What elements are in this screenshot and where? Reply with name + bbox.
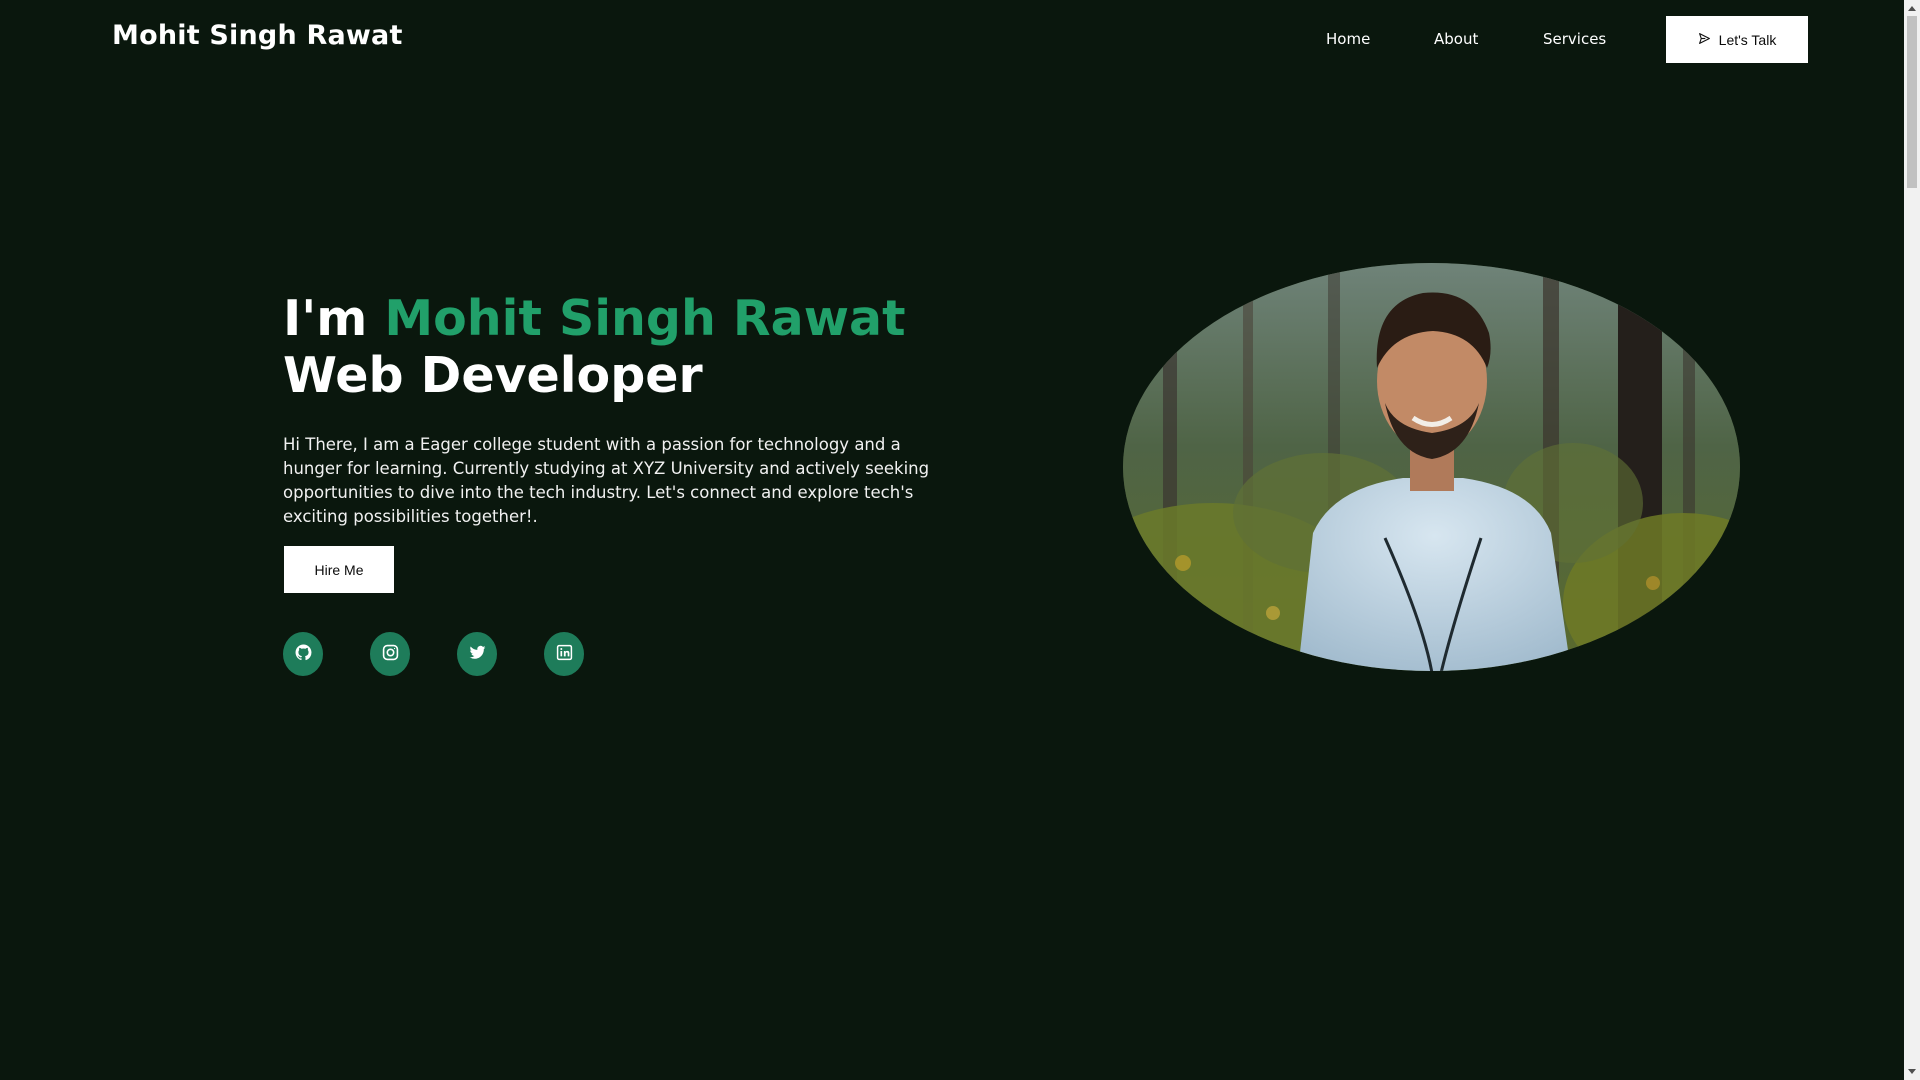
send-icon xyxy=(1698,32,1711,48)
linkedin-link[interactable] xyxy=(544,632,584,676)
profile-photo xyxy=(1123,263,1740,671)
hero-bio: Hi There, I am a Eager college student w… xyxy=(283,434,930,526)
hero-name: Mohit Singh Rawat xyxy=(384,290,906,347)
hero-heading: I'm Mohit Singh Rawat xyxy=(283,294,906,343)
lets-talk-button[interactable]: Let's Talk xyxy=(1666,16,1808,63)
twitter-link[interactable] xyxy=(457,632,497,676)
nav-about-link[interactable]: About xyxy=(1434,30,1478,48)
nav-services-link[interactable]: Services xyxy=(1543,30,1606,48)
hero-intro: I'm xyxy=(283,290,385,347)
page-scrollbar[interactable] xyxy=(1904,0,1920,1080)
twitter-icon xyxy=(469,644,486,665)
instagram-link[interactable] xyxy=(370,632,410,676)
brand-logo[interactable]: Mohit Singh Rawat xyxy=(112,20,403,51)
linkedin-icon xyxy=(556,644,573,665)
portfolio-page: Mohit Singh Rawat Home About Services Le… xyxy=(0,0,1920,1080)
lets-talk-label: Let's Talk xyxy=(1718,31,1777,48)
hero-role: Web Developer xyxy=(283,347,703,404)
scrollbar-thumb[interactable] xyxy=(1907,16,1917,188)
nav-home-link[interactable]: Home xyxy=(1326,30,1370,48)
scroll-down-arrow-icon[interactable] xyxy=(1904,1064,1920,1080)
instagram-icon xyxy=(382,644,399,665)
github-link[interactable] xyxy=(283,632,323,676)
github-icon xyxy=(295,644,312,665)
hire-me-button[interactable]: Hire Me xyxy=(284,546,394,593)
scroll-up-arrow-icon[interactable] xyxy=(1904,0,1920,16)
